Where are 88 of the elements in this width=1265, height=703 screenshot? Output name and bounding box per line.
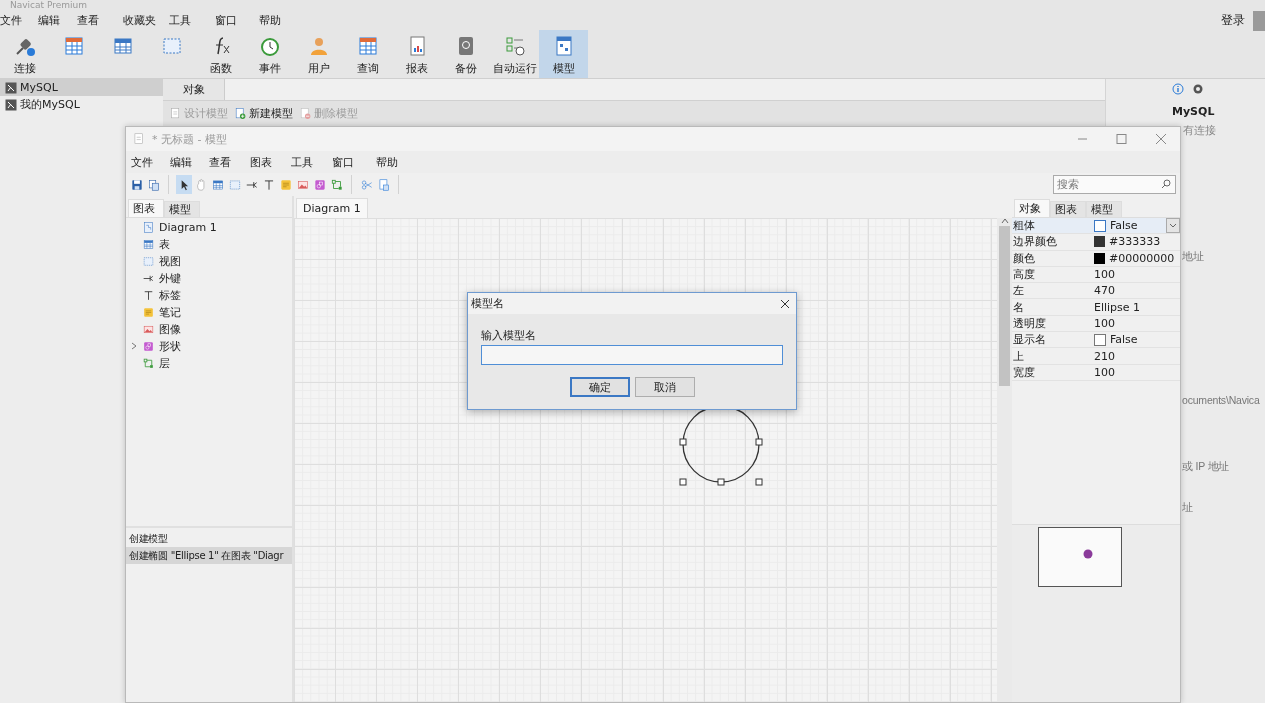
property-value[interactable]: False xyxy=(1110,333,1138,347)
menu-item[interactable]: 查看 xyxy=(77,13,123,28)
toolbar-button[interactable]: 事件 xyxy=(245,30,294,78)
property-name: 名 xyxy=(1012,299,1025,315)
menu-item[interactable]: 编辑 xyxy=(170,154,209,170)
property-name: 上 xyxy=(1012,348,1025,364)
connection-item[interactable]: MySQL xyxy=(0,79,163,96)
property-row[interactable]: 粗体 False xyxy=(1012,218,1180,235)
property-name: 高度 xyxy=(1012,267,1036,283)
app-title: Navicat Premium xyxy=(10,0,87,11)
info-label: 址 xyxy=(1182,501,1193,515)
property-name: 宽度 xyxy=(1012,364,1036,380)
property-row[interactable]: 颜色 #00000000 xyxy=(1012,250,1180,267)
property-row[interactable]: 透明度 100 xyxy=(1012,315,1180,333)
info-label: 或 IP 地址 xyxy=(1182,460,1230,474)
pane-tab[interactable]: 图表 xyxy=(1050,201,1086,217)
connection-status: 有连接 xyxy=(1183,123,1216,138)
window-title: * 无标题 - 模型 xyxy=(152,131,227,147)
tree-item[interactable]: 图像 xyxy=(159,322,181,337)
history-item[interactable]: 创建椭圆 "Ellipse 1" 在图表 "Diagr xyxy=(126,547,292,564)
property-row[interactable]: 上 210 xyxy=(1012,348,1180,365)
property-value[interactable]: False xyxy=(1110,219,1138,233)
menu-item[interactable]: 窗口 xyxy=(332,154,376,170)
objects-tab[interactable]: 对象 xyxy=(163,79,225,100)
property-name: 左 xyxy=(1012,283,1025,299)
toolbar-button[interactable]: 连接 xyxy=(0,30,49,78)
search-field[interactable]: 搜索 xyxy=(1053,175,1176,194)
toolbar-button[interactable]: 函数 xyxy=(196,30,245,78)
login-link[interactable]: 登录 xyxy=(1221,12,1245,29)
tree-item[interactable]: 笔记 xyxy=(159,305,181,320)
property-value[interactable]: Ellipse 1 xyxy=(1094,300,1141,314)
property-value[interactable]: 100 xyxy=(1094,365,1115,379)
info-label: ocuments\Navica xyxy=(1182,394,1260,406)
property-row[interactable]: 名 Ellipse 1 xyxy=(1012,299,1180,316)
toolbar-button[interactable]: 自动运行 xyxy=(490,30,539,78)
property-name: 透明度 xyxy=(1012,315,1047,332)
history-item[interactable]: 创建模型 xyxy=(126,530,292,547)
field-label: 输入模型名 xyxy=(481,328,537,343)
tree-item[interactable]: Diagram 1 xyxy=(159,221,217,234)
connection-name: MySQL xyxy=(1172,105,1215,118)
diagram-tab[interactable]: Diagram 1 xyxy=(296,198,368,218)
toolbar-button[interactable]: 模型 xyxy=(539,30,588,78)
property-name: 粗体 xyxy=(1012,218,1036,234)
property-row[interactable]: 宽度 100 xyxy=(1012,364,1180,381)
property-name: 显示名 xyxy=(1012,332,1047,348)
menu-item[interactable]: 工具 xyxy=(169,13,215,28)
tree-item[interactable]: 层 xyxy=(159,356,170,371)
property-row[interactable]: 左 470 xyxy=(1012,283,1180,300)
model-action-button[interactable]: 新建模型 xyxy=(234,105,293,121)
property-row[interactable]: 显示名 False xyxy=(1012,332,1180,349)
dialog-button[interactable]: 取消 xyxy=(634,377,695,397)
tree-item[interactable]: 形状 xyxy=(159,339,181,354)
menu-item[interactable]: 收藏夹 xyxy=(123,13,169,28)
menu-item[interactable]: 查看 xyxy=(209,154,250,170)
property-value[interactable]: #333333 xyxy=(1109,235,1161,249)
property-value[interactable]: 470 xyxy=(1094,284,1115,298)
menu-item[interactable]: 文件 xyxy=(0,13,38,28)
dialog-button[interactable]: 确定 xyxy=(569,377,630,397)
pane-tab[interactable]: 模型 xyxy=(164,201,200,217)
menu-item[interactable]: 工具 xyxy=(291,154,332,170)
property-value[interactable]: 210 xyxy=(1094,349,1115,363)
dialog-title: 模型名 xyxy=(471,296,504,311)
pane-tab[interactable]: 图表 xyxy=(128,199,164,217)
property-row[interactable]: 边界颜色 #333333 xyxy=(1012,234,1180,251)
menu-item[interactable]: 帮助 xyxy=(376,154,416,170)
tree-item[interactable]: 标签 xyxy=(159,288,181,303)
property-value[interactable]: 100 xyxy=(1094,268,1115,282)
toolbar-button[interactable]: 用户 xyxy=(294,30,343,78)
tree-item[interactable]: 表 xyxy=(159,237,170,252)
menu-item[interactable]: 图表 xyxy=(250,154,291,170)
toolbar-button[interactable]: 备份 xyxy=(441,30,490,78)
tree-item[interactable]: 外键 xyxy=(159,271,181,286)
pane-tab[interactable]: 模型 xyxy=(1086,201,1122,217)
toolbar-button[interactable]: 报表 xyxy=(392,30,441,78)
menu-item[interactable]: 窗口 xyxy=(215,13,259,28)
property-value[interactable]: 100 xyxy=(1094,316,1115,330)
toolbar-button[interactable]: 查询 xyxy=(343,30,392,78)
info-label: 地址 xyxy=(1182,250,1204,264)
menu-item[interactable]: 文件 xyxy=(131,154,170,170)
property-name: 颜色 xyxy=(1012,250,1036,266)
pane-tab[interactable]: 对象 xyxy=(1014,199,1050,217)
menu-item[interactable]: 帮助 xyxy=(259,13,299,28)
menu-item[interactable]: 编辑 xyxy=(38,13,77,28)
tree-item[interactable]: 视图 xyxy=(159,254,181,269)
property-row[interactable]: 高度 100 xyxy=(1012,266,1180,284)
property-name: 边界颜色 xyxy=(1012,234,1058,250)
property-value[interactable]: #00000000 xyxy=(1109,251,1175,265)
connection-item[interactable]: 我的MySQL xyxy=(0,96,163,113)
